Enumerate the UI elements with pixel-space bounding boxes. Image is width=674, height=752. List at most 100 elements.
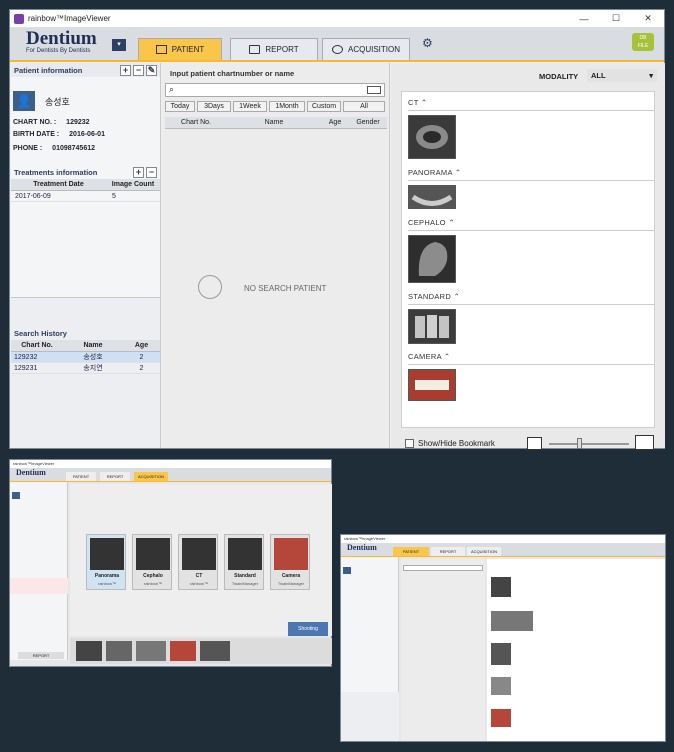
patient-preview-window: rainbow™ImageViewer Dentium PATIENT REPO… xyxy=(340,534,666,742)
cephalo-thumbnail[interactable] xyxy=(106,641,132,661)
mini-header: Dentium PATIENT REPORT ACQUISITION xyxy=(10,468,331,482)
filter-today[interactable]: Today xyxy=(165,101,195,112)
camera-thumbnail[interactable] xyxy=(170,641,196,661)
db-file-button[interactable]: DB FILE xyxy=(632,33,654,51)
panorama-thumbnail[interactable] xyxy=(408,185,456,209)
cephalo-thumbnail[interactable] xyxy=(491,643,511,665)
treatments-section: Treatments information + − Treatment Dat… xyxy=(11,165,160,202)
device-card-subtitle: rainbow™ xyxy=(97,581,116,586)
patient-table-header: Chart No. Name Age Gender xyxy=(165,117,387,129)
filter-3days[interactable]: 3Days xyxy=(197,101,231,112)
camera-image-icon xyxy=(409,370,455,400)
device-card-standard[interactable]: Standard TwainManager xyxy=(224,534,264,590)
maximize-button[interactable]: ☐ xyxy=(600,13,632,24)
ct-image-icon xyxy=(409,116,455,158)
logo-menu-button[interactable]: ▾ xyxy=(112,39,126,51)
ct-thumbnail[interactable] xyxy=(408,115,456,159)
main-window: rainbow™ImageViewer — ☐ ✕ Dentium For De… xyxy=(9,9,665,450)
device-card-subtitle: TwainManager xyxy=(277,581,305,586)
dentium-logo: Dentium For Dentists By Dentists xyxy=(26,28,97,54)
standard-thumbnail[interactable] xyxy=(491,677,511,695)
window-title: rainbow™ImageViewer xyxy=(28,14,111,23)
left-panel: Patient information + − ✎ 👤 송성호 CHART NO… xyxy=(11,63,161,448)
modality-select[interactable]: ALL ▾ xyxy=(587,69,657,82)
patient-name: 송성호 xyxy=(45,96,70,107)
ct-thumbnail[interactable] xyxy=(491,577,511,597)
panorama-thumbnail[interactable] xyxy=(200,641,230,661)
search-panel: Input patient chartnumber or name ⌕ Toda… xyxy=(162,63,390,448)
panorama-image-icon xyxy=(90,538,124,570)
search-input[interactable]: ⌕ xyxy=(165,83,385,97)
group-ct[interactable]: CT ⌃ xyxy=(408,98,427,107)
bookmark-toggle[interactable]: Show/Hide Bookmark xyxy=(405,439,495,448)
device-card-cephalo[interactable]: Cephalo rainbow™ xyxy=(132,534,172,590)
zoom-out-icon[interactable] xyxy=(527,437,542,450)
cephalo-thumbnail[interactable] xyxy=(408,235,456,283)
keyboard-icon[interactable] xyxy=(367,86,381,94)
shooting-button[interactable]: Shooting xyxy=(288,622,328,636)
device-card-title: Panorama xyxy=(94,573,120,579)
zoom-slider-handle[interactable] xyxy=(577,438,582,449)
filter-1week[interactable]: 1Week xyxy=(233,101,267,112)
acquisition-area: Panorama rainbow™ Cephalo rainbow™ CT rainbow… xyxy=(70,484,332,636)
app-icon xyxy=(14,13,24,24)
edit-icon[interactable]: ✎ xyxy=(146,64,157,76)
camera-icon xyxy=(331,45,343,54)
mini-left-panel xyxy=(341,557,399,741)
filter-custom[interactable]: Custom xyxy=(307,101,341,112)
patient-card: 👤 송성호 xyxy=(13,91,70,111)
standard-thumbnail[interactable] xyxy=(136,641,166,661)
search-icon: ⌕ xyxy=(169,84,175,94)
modality-label: MODALITY xyxy=(539,72,579,81)
group-cephalo[interactable]: CEPHALO ⌃ xyxy=(408,218,455,227)
app-header: Dentium For Dentists By Dentists ▾ PATIE… xyxy=(10,27,664,62)
group-camera[interactable]: CAMERA ⌃ xyxy=(408,352,450,361)
panorama-thumbnail[interactable] xyxy=(491,611,533,631)
tab-patient[interactable]: PATIENT xyxy=(138,38,222,60)
table-row[interactable]: 129231 송지연 2 xyxy=(11,363,160,374)
standard-thumbnail[interactable] xyxy=(408,309,456,344)
device-card-subtitle: TwainManager xyxy=(231,581,259,586)
table-row[interactable]: 2017-06-09 5 xyxy=(11,191,160,202)
chevron-down-icon: ▾ xyxy=(649,71,653,80)
device-card-camera[interactable]: Camera TwainManager xyxy=(270,534,310,590)
patient-info-header: Patient information + − ✎ xyxy=(11,63,160,77)
thumbnail-list: CT ⌃ PANORAMA ⌃ CEPHALO ⌃ STANDARD ⌃ CAM… xyxy=(401,91,655,428)
close-button[interactable]: ✕ xyxy=(632,13,664,24)
mini-title-bar: rainbow™ImageViewer xyxy=(10,460,331,468)
filter-1month[interactable]: 1Month xyxy=(269,101,305,112)
tab-acquisition[interactable]: ACQUISITION xyxy=(322,38,410,60)
search-input[interactable] xyxy=(403,565,483,571)
cephalo-image-icon xyxy=(136,538,170,570)
camera-thumbnail[interactable] xyxy=(491,709,511,727)
group-panorama[interactable]: PANORAMA ⌃ xyxy=(408,168,461,177)
ct-image-icon xyxy=(182,538,216,570)
remove-icon[interactable]: − xyxy=(133,64,144,76)
treatments-header: Treatment Date Image Count xyxy=(11,179,160,191)
group-standard[interactable]: STANDARD ⌃ xyxy=(408,292,460,301)
zoom-slider[interactable] xyxy=(549,443,629,445)
zoom-in-icon[interactable] xyxy=(635,435,654,450)
bookmark-checkbox[interactable] xyxy=(405,439,414,448)
table-row[interactable]: 129232 송성호 2 xyxy=(11,352,160,363)
report-icon xyxy=(249,45,261,54)
filter-all[interactable]: All xyxy=(343,101,385,112)
add-icon[interactable]: + xyxy=(120,64,131,76)
minimize-button[interactable]: — xyxy=(568,14,600,24)
gear-icon[interactable]: ⚙ xyxy=(422,36,433,50)
add-treatment-icon[interactable]: + xyxy=(133,166,144,178)
device-card-panorama[interactable]: Panorama rainbow™ xyxy=(86,534,126,590)
no-patient-icon xyxy=(198,275,222,299)
standard-image-icon xyxy=(228,538,262,570)
tab-report[interactable]: REPORT xyxy=(230,38,318,60)
camera-image-icon xyxy=(274,538,308,570)
remove-treatment-icon[interactable]: − xyxy=(146,166,157,178)
search-history-section: Search History Chart No. Name Age 129232… xyxy=(11,297,160,448)
chart-no-row: CHART NO. :129232 xyxy=(13,119,90,126)
mini-report-button[interactable]: REPORT xyxy=(18,652,64,659)
device-card-ct[interactable]: CT rainbow™ xyxy=(178,534,218,590)
mini-thumbnail-list xyxy=(487,559,665,741)
avatar xyxy=(343,567,351,574)
ct-thumbnail[interactable] xyxy=(76,641,102,661)
camera-thumbnail[interactable] xyxy=(408,369,456,401)
